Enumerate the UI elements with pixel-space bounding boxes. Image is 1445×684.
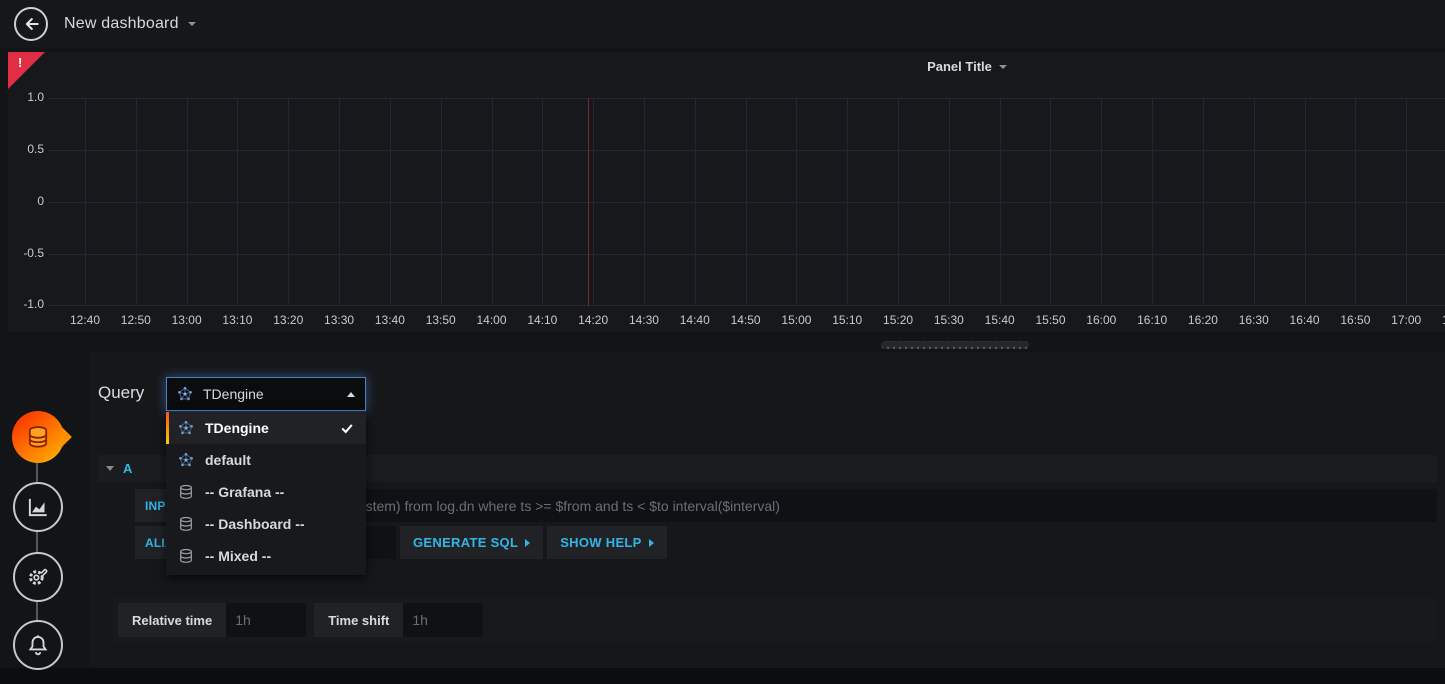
datasource-option[interactable]: default bbox=[166, 444, 366, 476]
y-axis-tick: -0.5 bbox=[8, 246, 44, 260]
x-axis-tick: 17:10 bbox=[1427, 313, 1445, 327]
datasource-option[interactable]: -- Grafana -- bbox=[166, 476, 366, 508]
datasource-option-label: -- Mixed -- bbox=[205, 548, 271, 564]
annotation-vline bbox=[588, 98, 589, 306]
gridline-vertical bbox=[1406, 98, 1407, 306]
grafana-app: New dashboard ! Panel Title 1.00.50-0.5-… bbox=[0, 0, 1445, 684]
gridline-vertical bbox=[136, 98, 137, 306]
panel-resize-handle[interactable] bbox=[881, 341, 1029, 349]
gridline-vertical bbox=[288, 98, 289, 306]
chevron-right-icon bbox=[525, 539, 530, 547]
time-shift-field[interactable] bbox=[403, 603, 483, 637]
panel-error-corner-icon[interactable] bbox=[8, 52, 45, 89]
datasource-option[interactable]: -- Mixed -- bbox=[166, 540, 366, 572]
datasource-select-value: TDengine bbox=[203, 386, 264, 402]
gridline-vertical bbox=[1000, 98, 1001, 306]
gridline-vertical bbox=[1254, 98, 1255, 306]
gridline-vertical bbox=[898, 98, 899, 306]
datasource-option[interactable]: -- Dashboard -- bbox=[166, 508, 366, 540]
database-icon bbox=[178, 516, 194, 532]
chevron-up-icon bbox=[347, 392, 355, 397]
relative-time-label: Relative time bbox=[118, 603, 226, 637]
gridline-vertical bbox=[492, 98, 493, 306]
query-ref-id: A bbox=[123, 461, 132, 476]
gridline-vertical bbox=[237, 98, 238, 306]
gridline-vertical bbox=[1101, 98, 1102, 306]
tab-queries[interactable] bbox=[12, 411, 64, 463]
gridline-vertical bbox=[1203, 98, 1204, 306]
y-axis-tick: 0 bbox=[8, 194, 44, 208]
chevron-down-icon bbox=[106, 466, 114, 471]
y-axis-tick: 1.0 bbox=[8, 90, 44, 104]
generate-sql-button[interactable]: GENERATE SQL bbox=[400, 526, 543, 559]
show-help-label: SHOW HELP bbox=[560, 535, 641, 550]
active-tab-pointer bbox=[52, 427, 72, 447]
database-icon bbox=[178, 484, 194, 500]
gridline-vertical bbox=[1355, 98, 1356, 306]
chevron-right-icon bbox=[649, 539, 654, 547]
gridline-vertical bbox=[187, 98, 188, 306]
gridline-vertical bbox=[441, 98, 442, 306]
arrow-left-icon bbox=[21, 14, 41, 34]
dashboard-title[interactable]: New dashboard bbox=[64, 15, 179, 33]
y-axis-tick: -1.0 bbox=[8, 297, 44, 311]
gridline-vertical bbox=[593, 98, 594, 306]
time-shift-label: Time shift bbox=[314, 603, 403, 637]
gridline-vertical bbox=[847, 98, 848, 306]
tab-visualization[interactable] bbox=[13, 482, 63, 532]
relative-time-field[interactable] bbox=[226, 603, 306, 637]
bell-icon bbox=[25, 632, 51, 658]
graph-panel: ! Panel Title 1.00.50-0.5-1.012:4012:501… bbox=[8, 52, 1445, 332]
time-series-plot[interactable]: 1.00.50-0.5-1.012:4012:5013:0013:1013:20… bbox=[8, 52, 1445, 332]
gridline-vertical bbox=[85, 98, 86, 306]
check-icon bbox=[340, 421, 354, 435]
show-help-button[interactable]: SHOW HELP bbox=[547, 526, 666, 559]
gridline-vertical bbox=[695, 98, 696, 306]
datasource-option-label: -- Grafana -- bbox=[205, 484, 284, 500]
back-button[interactable] bbox=[14, 7, 48, 41]
tab-alert[interactable] bbox=[13, 620, 63, 670]
datasource-option-label: TDengine bbox=[205, 420, 269, 436]
datasource-select[interactable]: TDengine bbox=[166, 377, 366, 411]
chart-icon bbox=[25, 494, 51, 520]
gridline-vertical bbox=[1050, 98, 1051, 306]
tab-general[interactable] bbox=[13, 552, 63, 602]
gridline-vertical bbox=[390, 98, 391, 306]
navbar: New dashboard bbox=[0, 0, 1445, 48]
gridline-vertical bbox=[644, 98, 645, 306]
time-options-bar: Relative time Time shift bbox=[113, 598, 1437, 642]
gridline-vertical bbox=[542, 98, 543, 306]
editor-tab-rail bbox=[0, 352, 90, 684]
gear-icon bbox=[25, 564, 51, 590]
gridline-vertical bbox=[1305, 98, 1306, 306]
tdengine-icon bbox=[178, 420, 194, 436]
input-sql-field[interactable] bbox=[236, 489, 1437, 522]
query-section-label: Query bbox=[98, 383, 144, 403]
datasource-option[interactable]: TDengine bbox=[166, 412, 366, 444]
datasource-dropdown-menu: TDengine default -- Grafana -- -- Dashboard… bbox=[166, 412, 366, 575]
generate-sql-label: GENERATE SQL bbox=[413, 535, 518, 550]
gridline-vertical bbox=[796, 98, 797, 306]
chevron-down-icon[interactable] bbox=[188, 22, 196, 26]
gridline-vertical bbox=[949, 98, 950, 306]
database-icon bbox=[24, 423, 52, 451]
exclamation-icon: ! bbox=[18, 55, 22, 70]
tdengine-icon bbox=[177, 386, 193, 402]
gridline-vertical bbox=[339, 98, 340, 306]
gridline-vertical bbox=[1152, 98, 1153, 306]
database-icon bbox=[178, 548, 194, 564]
datasource-option-label: default bbox=[205, 452, 251, 468]
datasource-option-label: -- Dashboard -- bbox=[205, 516, 305, 532]
tdengine-icon bbox=[178, 452, 194, 468]
gridline-vertical bbox=[746, 98, 747, 306]
y-axis-tick: 0.5 bbox=[8, 142, 44, 156]
tab-connector-line bbox=[36, 437, 38, 647]
bottom-strip bbox=[0, 668, 1445, 684]
